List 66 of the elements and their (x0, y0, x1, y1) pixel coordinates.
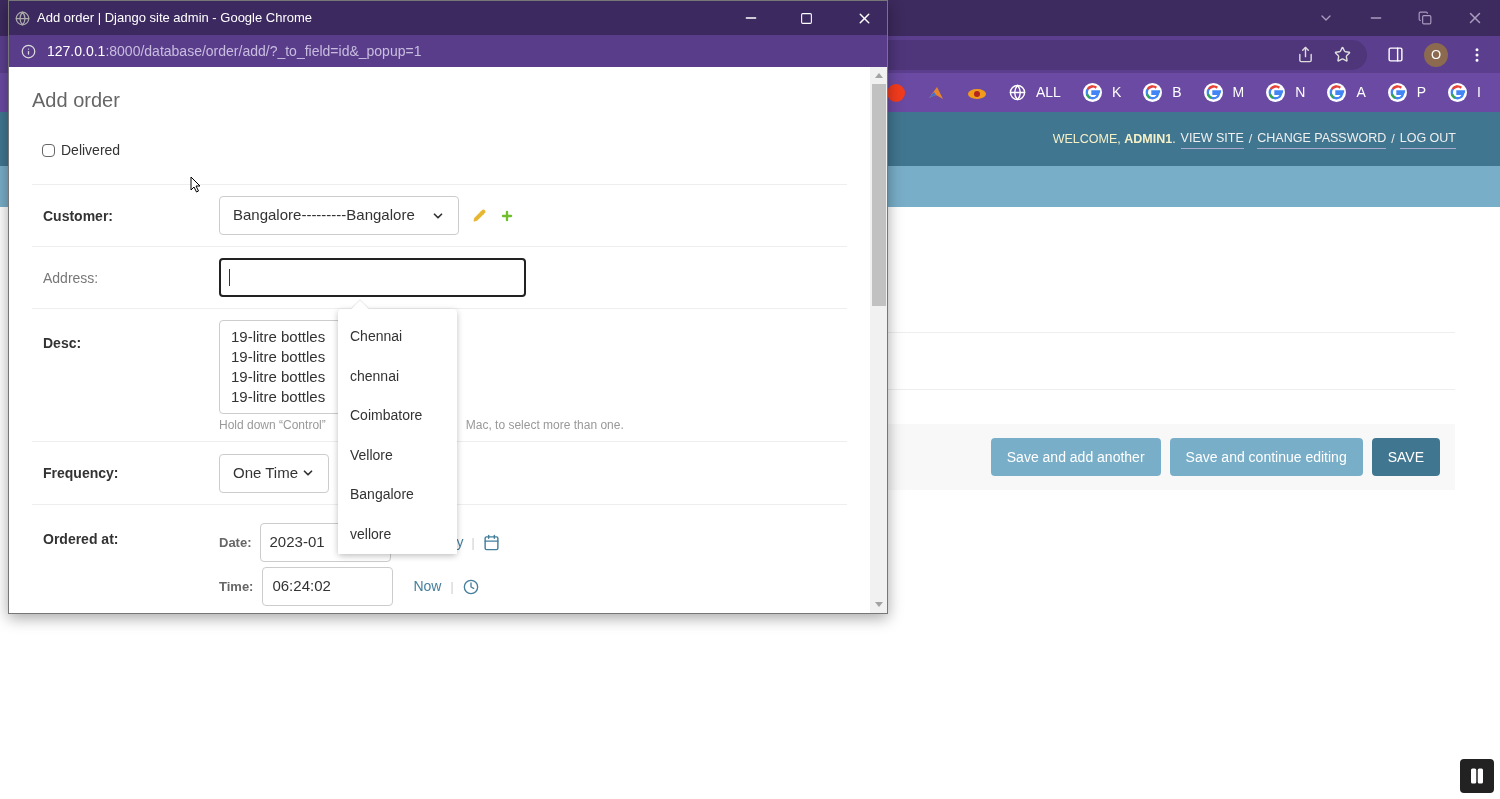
field-label: Desc: (43, 335, 82, 351)
info-icon[interactable] (21, 43, 36, 59)
help-text: Hold down “Control” (219, 417, 326, 434)
restore-icon[interactable] (1418, 11, 1432, 25)
header-link[interactable]: CHANGE PASSWORD (1257, 129, 1387, 149)
window-title: Add order | Django site admin - Google Chrome (37, 9, 313, 28)
separator: | (450, 578, 454, 596)
help-text: Mac, to select more than one. (465, 417, 624, 434)
date-label: Date: (219, 533, 252, 552)
bookmark-label[interactable]: B (1172, 82, 1182, 103)
bookmark-star-icon[interactable] (1334, 46, 1351, 63)
bookmark-label[interactable]: K (1111, 82, 1122, 103)
welcome-text: WELCOME, ADMIN1. (1052, 130, 1176, 148)
side-panel-icon[interactable] (1387, 46, 1404, 63)
scrollbar[interactable] (870, 67, 887, 613)
header-link[interactable]: VIEW SITE (1180, 129, 1244, 149)
suggestion-item[interactable]: Bangalore (338, 475, 457, 515)
google-icon (1387, 83, 1407, 102)
bookmark-label[interactable]: A (1356, 82, 1366, 103)
address-field[interactable] (219, 258, 526, 297)
bookmark-label[interactable]: P (1416, 82, 1427, 103)
customer-select[interactable]: Bangalore---------Bangalore (219, 196, 459, 235)
frequency-select[interactable]: One Time (219, 453, 329, 493)
google-icon (1266, 83, 1286, 102)
suggestion-item[interactable]: Chennai (338, 317, 457, 357)
bookmark-label[interactable]: M (1232, 82, 1245, 103)
google-icon (1082, 83, 1102, 102)
time-label: Time: (219, 577, 254, 596)
suggestion-item[interactable]: Coimbatore (338, 396, 457, 436)
field-label: Ordered at: (43, 531, 119, 547)
share-icon[interactable] (1297, 46, 1314, 63)
calendar-icon[interactable] (482, 534, 500, 551)
header-link[interactable]: LOG OUT (1399, 129, 1456, 149)
google-icon (1448, 83, 1468, 102)
separator: / (1248, 130, 1253, 148)
today-link[interactable]: y (456, 532, 464, 553)
bookmark-label[interactable]: ALL (1036, 82, 1061, 103)
url-path: :8000/database/order/add/?_to_field=id&_popup=1 (105, 41, 422, 61)
suggestion-item[interactable]: Vellore (338, 435, 457, 475)
globe-icon (1009, 84, 1026, 101)
field-label: Customer: (43, 207, 113, 224)
suggestion-item[interactable]: vellore (338, 514, 457, 554)
url-host: 127.0.0.1 (47, 41, 106, 61)
cursor-icon (190, 176, 201, 193)
suggestion-item[interactable]: chennai (338, 356, 457, 396)
globe-icon (15, 10, 30, 26)
google-icon (1327, 83, 1347, 102)
google-icon (1143, 83, 1163, 102)
clock-icon[interactable] (462, 578, 479, 595)
pause-button[interactable] (1460, 759, 1494, 793)
pause-icon (1468, 767, 1486, 785)
profile-avatar[interactable]: O (1424, 42, 1448, 67)
maximize-icon[interactable] (800, 11, 813, 25)
bookmark-label[interactable]: I (1477, 82, 1481, 103)
bookmark-label[interactable]: N (1295, 82, 1306, 103)
separator: / (1391, 130, 1395, 148)
time-field[interactable]: 06:24:02 (262, 567, 394, 606)
field-label: Address: (43, 269, 99, 286)
separator: | (471, 534, 475, 552)
page-heading: Add order (32, 88, 120, 113)
field-label: Frequency: (43, 465, 119, 481)
google-icon (1203, 83, 1223, 102)
now-link[interactable]: Now (413, 576, 442, 597)
checkbox-label: Delivered (61, 141, 121, 160)
delivered-checkbox[interactable] (42, 144, 55, 157)
save-button[interactable]: SAVE (1371, 438, 1440, 476)
